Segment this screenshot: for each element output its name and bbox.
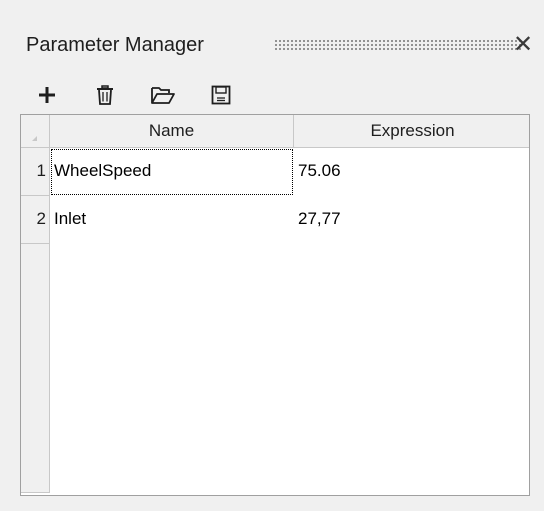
column-header-expression[interactable]: Expression [294,115,529,148]
parameter-grid: Name Expression 1 WheelSpeed 75.06 2 Inl… [20,114,530,496]
plus-icon [39,87,55,103]
row-header-2[interactable]: 2 [21,196,50,244]
row-header-divider [21,492,50,493]
cell-expression-row-2[interactable]: 27,77 [294,196,529,244]
toolbar [32,80,252,112]
close-button[interactable]: ✕ [510,30,536,60]
cell-expression-row-1[interactable]: 75.06 [294,148,529,196]
drag-grip[interactable] [274,39,522,51]
select-all-corner[interactable] [21,115,50,148]
save-file-button[interactable] [206,80,236,110]
title-bar: Parameter Manager ✕ [26,30,536,66]
trash-icon [97,85,113,105]
cell-name-row-2[interactable]: Inlet [50,196,294,244]
save-disk-icon [211,85,231,105]
corner-triangle-icon [32,136,37,141]
cell-name-row-1[interactable]: WheelSpeed [50,148,294,196]
add-parameter-button[interactable] [32,80,62,110]
column-header-name[interactable]: Name [50,115,294,148]
row-header-1[interactable]: 1 [21,148,50,196]
parameter-manager-panel: Parameter Manager ✕ Name Expression 1 Wh… [0,0,544,511]
open-file-button[interactable] [148,80,178,110]
panel-title: Parameter Manager [26,34,204,56]
delete-parameter-button[interactable] [90,80,120,110]
folder-open-icon [151,87,175,104]
